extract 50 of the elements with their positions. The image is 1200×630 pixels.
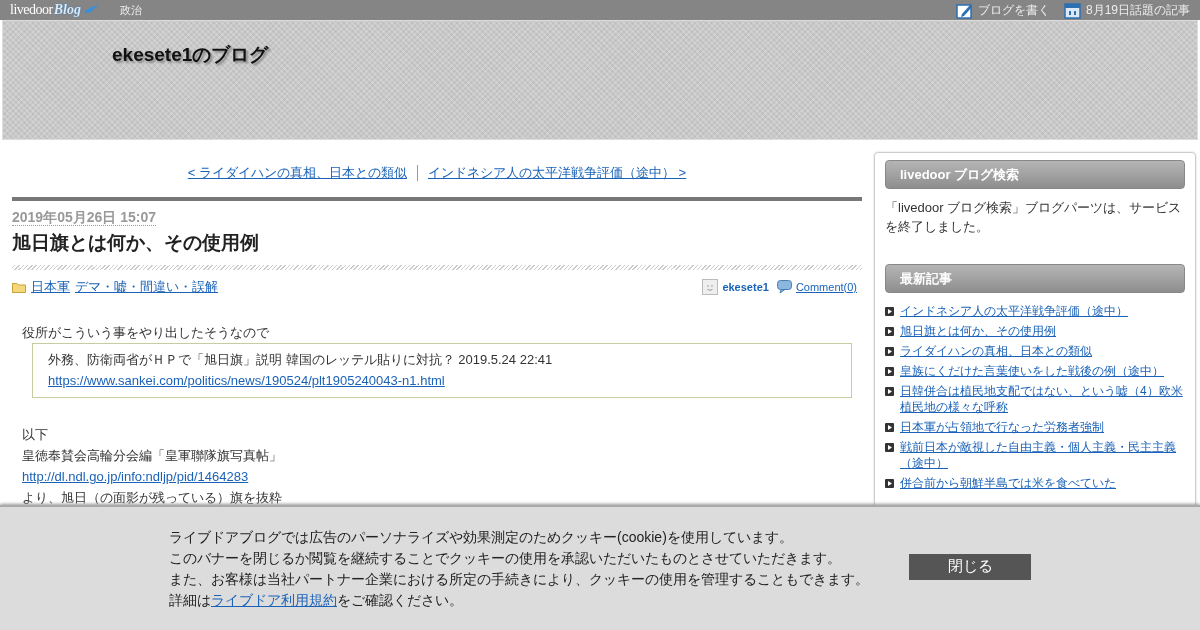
quote-link[interactable]: https://www.sankei.com/politics/news/190524/plt1905240043-n1.html xyxy=(48,373,445,388)
body-text: 皇徳奉賛会高輪分会編「皇軍聯隊旗写真帖」 xyxy=(22,447,283,465)
bullet-icon xyxy=(885,479,894,488)
recent-post-link[interactable]: ライダイハンの真相、日本との類似 xyxy=(900,343,1092,359)
top-link[interactable]: ブログを書く xyxy=(955,1,1050,19)
cookie-notice-text: 詳細はライブドア利用規約をご確認ください。 xyxy=(169,590,464,610)
bullet-icon xyxy=(885,347,894,356)
post-title: 旭日旗とは何か、その使用例 xyxy=(12,230,862,270)
source-link[interactable]: http://dl.ndl.go.jp/info:ndljp/pid/1464283 xyxy=(22,469,249,484)
widget-header: 最新記事 xyxy=(885,264,1185,293)
close-button[interactable]: 閉じる xyxy=(909,553,1031,580)
category-link[interactable]: デマ・嘘・間違い・誤解 xyxy=(75,277,218,296)
top-link[interactable]: 8月19日話題の記事 xyxy=(1063,1,1190,19)
bullet-icon xyxy=(885,307,894,316)
bullet-icon xyxy=(885,327,894,336)
body-text: 以下 xyxy=(22,426,49,444)
quote-text: 外務、防衛両省がＨＰで「旭日旗」説明 韓国のレッテル貼りに対抗？ 2019.5.24 22:41 xyxy=(48,351,554,369)
pencil-note-icon xyxy=(955,1,973,19)
calendar-icon xyxy=(1063,1,1081,19)
livedoor-blog-logo[interactable]: livedoorBlog xyxy=(10,2,100,18)
folder-icon xyxy=(12,280,26,293)
comments-link[interactable]: Comment(0) xyxy=(795,280,857,293)
cookie-notice-text: このバナーを閉じるか閲覧を継続することでクッキーの使用を承認いただいたものとさせていただきます。 xyxy=(169,548,842,568)
cookie-notice-text: ライブドアブログでは広告のパーソナライズや効果測定のためクッキー(cookie)を使用しています。 xyxy=(169,527,794,547)
quill-icon xyxy=(81,4,100,14)
terms-link[interactable]: ライブドア利用規約 xyxy=(211,591,337,608)
next-article-link[interactable]: インドネシア人の太平洋戦争評価（途中） > xyxy=(418,164,697,182)
recent-post-link[interactable]: 旭日旗とは何か、その使用例 xyxy=(900,323,1056,339)
previous-article-link[interactable]: < ライダイハンの真相、日本との類似 xyxy=(177,164,417,182)
widget-text: 「livedoor ブログ検索」ブログパーツは、サービスを終了しました。 xyxy=(885,199,1183,236)
recent-post-link[interactable]: 日本軍が占領地で行なった労務者強制 xyxy=(900,419,1104,435)
author-name[interactable]: ekesete1 xyxy=(722,280,769,293)
recent-post-link[interactable]: 皇族にくだけた言葉使いをした戦後の例（途中） xyxy=(900,363,1164,379)
bullet-icon xyxy=(885,423,894,432)
recent-post-link[interactable]: 戦前日本が敵視した自由主義・個人主義・民主主義（途中） xyxy=(900,439,1185,471)
body-text: 役所がこういう事をやり出したそうなので xyxy=(22,324,270,342)
avatar-icon xyxy=(702,278,719,295)
widget-header: livedoor ブログ検索 xyxy=(885,160,1185,189)
post-date: 2019年05月26日 15:07 xyxy=(12,210,156,226)
bullet-icon xyxy=(885,367,894,376)
bullet-icon xyxy=(885,387,894,396)
speech-bubble-icon xyxy=(776,279,792,294)
body-text: より、旭日（の面影が残っている）旗を抜粋 xyxy=(22,489,283,507)
category-link[interactable]: 日本軍 xyxy=(31,277,70,296)
recent-post-link[interactable]: インドネシア人の太平洋戦争評価（途中） xyxy=(900,303,1128,319)
recent-post-link[interactable]: 日韓併合は植民地支配ではない、という嘘（4）欧米植民地の様々な呼称 xyxy=(900,383,1185,415)
cookie-notice-text: また、お客様は当社パートナー企業における所定の手続きにより、クッキーの使用を管理することもできます。 xyxy=(169,569,870,589)
recent-post-link[interactable]: 併合前から朝鮮半島では米を食べていた xyxy=(900,475,1116,491)
category-label[interactable]: 政治 xyxy=(119,2,142,18)
bullet-icon xyxy=(885,443,894,452)
